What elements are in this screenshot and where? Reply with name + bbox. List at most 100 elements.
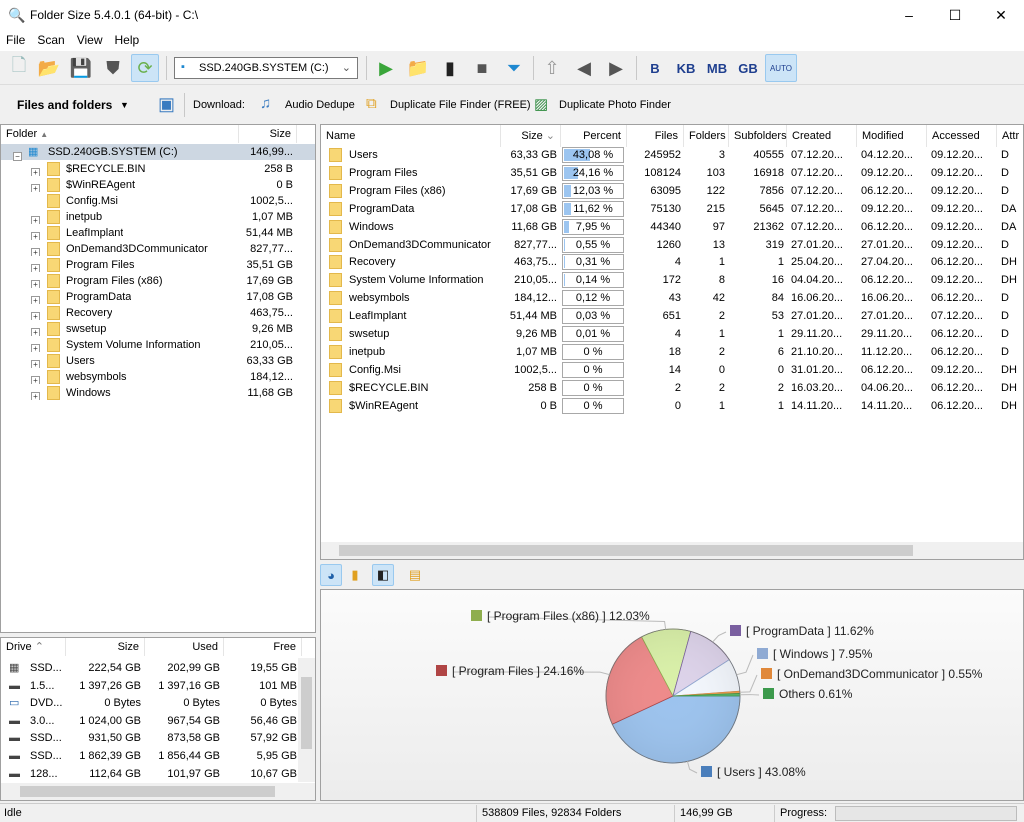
menu-file[interactable]: File (0, 31, 31, 47)
refresh-icon[interactable]: ⟳ (131, 54, 159, 82)
list-header-name[interactable]: Name (321, 125, 501, 147)
tree-root[interactable]: − ▦ SSD.240GB.SYSTEM (C:) 146,99... (1, 144, 315, 161)
list-header-folders[interactable]: Folders (684, 125, 729, 147)
list-row[interactable]: OnDemand3DCommunicator 827,77... 0,55 % 126… (321, 236, 1023, 254)
tree-item[interactable]: + websymbols 184,12... (1, 369, 315, 385)
tree-item[interactable]: + Windows 11,68 GB (1, 385, 315, 401)
list-row[interactable]: Program Files 35,51 GB 24,16 % 108124 103 169… (321, 164, 1023, 182)
list-row[interactable]: Program Files (x86) 17,69 GB 12,03 % 63095 1… (321, 182, 1023, 200)
drive-row[interactable]: ▬ 1.5... 1 397,26 GB 1 397,16 GB 101 MB (1, 677, 297, 695)
drive-row[interactable]: ▬ SSD... 931,50 GB 873,58 GB 57,92 GB (1, 729, 297, 747)
expand-icon[interactable]: + (31, 340, 40, 352)
tree-item[interactable]: + Users 63,33 GB (1, 353, 315, 369)
drives-vscrollbar[interactable] (298, 658, 315, 782)
close-button[interactable]: ✕ (978, 0, 1024, 31)
list-header-percent[interactable]: Percent (561, 125, 627, 147)
unit-kb-button[interactable]: KB (672, 54, 700, 82)
list-header-files[interactable]: Files (627, 125, 684, 147)
back-icon[interactable]: ◀ (570, 54, 598, 82)
menu-help[interactable]: Help (109, 31, 146, 47)
tree-header-folder[interactable]: Folder ▲ (1, 125, 239, 143)
minimize-button[interactable]: – (886, 0, 932, 31)
up-folder-icon[interactable]: ⇧ (538, 54, 566, 82)
list-row[interactable]: Config.Msi 1002,5... 0 % 14 0 0 31.01.20... 06.… (321, 361, 1023, 379)
forward-icon[interactable]: ▶ (602, 54, 630, 82)
chart-export-icon[interactable]: ▤ (404, 564, 426, 586)
list-row[interactable]: ProgramData 17,08 GB 11,62 % 75130 215 5645 07… (321, 200, 1023, 218)
list-hscrollbar[interactable] (321, 542, 1023, 559)
view-mode-dropdown[interactable]: Files and folders (17, 98, 112, 112)
drive-row[interactable]: ▬ SSD... 1 862,39 GB 1 856,44 GB 5,95 GB (1, 747, 297, 765)
list-row[interactable]: swsetup 9,26 MB 0,01 % 4 1 1 29.11.20... 29.11.… (321, 325, 1023, 343)
expand-icon[interactable]: + (31, 372, 40, 384)
folder-tree[interactable]: Folder ▲ Size − ▦ SSD.240GB.SYSTEM (C:) … (0, 124, 316, 633)
tree-item[interactable]: + System Volume Information 210,05... (1, 337, 315, 353)
stop-icon[interactable]: ■ (468, 54, 496, 82)
drive-row[interactable]: ▭ DVD... 0 Bytes 0 Bytes 0 Bytes (1, 694, 297, 712)
tree-item[interactable]: + Recovery 463,75... (1, 305, 315, 321)
list-row[interactable]: Users 63,33 GB 43,08 % 245952 3 40555 07.12.20… (321, 146, 1023, 164)
menu-view[interactable]: View (71, 31, 109, 47)
list-header-attr[interactable]: Attr (997, 125, 1024, 147)
expand-icon[interactable]: + (31, 276, 40, 288)
drives-header-size[interactable]: Size (66, 638, 145, 656)
list-row[interactable]: $WinREAgent 0 B 0 % 0 1 1 14.11.20... 14.11.20.… (321, 397, 1023, 415)
expand-icon[interactable]: + (31, 356, 40, 368)
unit-mb-button[interactable]: MB (703, 54, 731, 82)
list-header-modified[interactable]: Modified (857, 125, 927, 147)
drives-header-drive[interactable]: Drive ⌃ (1, 638, 66, 656)
drives-header-used[interactable]: Used (145, 638, 224, 656)
bar-chart-icon[interactable]: ▮ (344, 564, 366, 586)
list-row[interactable]: websymbols 184,12... 0,12 % 43 42 84 16.06.20.… (321, 289, 1023, 307)
tree-item[interactable]: + $RECYCLE.BIN 258 B (1, 161, 315, 177)
maximize-button[interactable]: ☐ (932, 0, 978, 31)
drives-header-free[interactable]: Free (224, 638, 302, 656)
duplicate-photo-finder-link[interactable]: Duplicate Photo Finder (559, 99, 671, 111)
list-row[interactable]: Recovery 463,75... 0,31 % 4 1 1 25.04.20... 27.… (321, 253, 1023, 271)
open-folder-icon[interactable]: 📂 (35, 54, 63, 82)
drive-row[interactable]: ▦ SSD... 222,54 GB 202,99 GB 19,55 GB (1, 659, 297, 677)
drives-hscrollbar[interactable] (1, 783, 315, 800)
drive-select[interactable]: ▪ SSD.240GB.SYSTEM (C:) ⌄ (174, 57, 358, 79)
list-header-subfolders[interactable]: Subfolders (729, 125, 787, 147)
folder-list[interactable]: Name Size ⌄ Percent Files Folders Subfolders Cr… (320, 124, 1024, 560)
tree-item[interactable]: + Program Files (x86) 17,69 GB (1, 273, 315, 289)
list-row[interactable]: inetpub 1,07 MB 0 % 18 2 6 21.10.20... 11.12.20… (321, 343, 1023, 361)
tree-item[interactable]: + Program Files 35,51 GB (1, 257, 315, 273)
expand-icon[interactable]: + (31, 388, 40, 400)
tree-item[interactable]: + ProgramData 17,08 GB (1, 289, 315, 305)
drive-row[interactable]: ▬ 3.0... 1 024,00 GB 967,54 GB 56,46 GB (1, 712, 297, 730)
shield-icon[interactable]: ⛊ (99, 54, 127, 82)
filter-icon[interactable]: ⏷ (500, 54, 528, 82)
expand-icon[interactable]: + (31, 228, 40, 240)
unit-gb-button[interactable]: GB (734, 54, 762, 82)
expand-icon[interactable]: + (31, 292, 40, 304)
scan-folder-icon[interactable]: 📁 (404, 54, 432, 82)
expand-icon[interactable]: + (31, 324, 40, 336)
save-icon[interactable]: 💾 (67, 54, 95, 82)
expand-icon[interactable]: + (31, 308, 40, 320)
expand-icon[interactable]: + (31, 244, 40, 256)
drive-row[interactable]: ▬ 128... 112,64 GB 101,97 GB 10,67 GB (1, 765, 297, 783)
scan-drive-icon[interactable]: ▮ (436, 54, 464, 82)
unit-bytes-button[interactable]: B (641, 54, 669, 82)
tree-item[interactable]: + swsetup 9,26 MB (1, 321, 315, 337)
new-file-icon[interactable]: 🗋 (5, 54, 33, 82)
expand-icon[interactable]: + (31, 260, 40, 272)
tree-item[interactable]: + OnDemand3DCommunicator 827,77... (1, 241, 315, 257)
menu-scan[interactable]: Scan (31, 31, 70, 47)
export-icon[interactable]: ▣ (158, 94, 175, 115)
play-scan-icon[interactable]: ▶ (372, 54, 400, 82)
list-header-created[interactable]: Created (787, 125, 857, 147)
expand-icon[interactable]: + (31, 180, 40, 192)
list-row[interactable]: $RECYCLE.BIN 258 B 0 % 2 2 2 16.03.20... 04.06.… (321, 379, 1023, 397)
audio-dedupe-link[interactable]: Audio Dedupe (285, 99, 355, 111)
expand-icon[interactable]: + (31, 164, 40, 176)
expand-icon[interactable]: + (31, 212, 40, 224)
3d-toggle-icon[interactable]: ◧ (372, 564, 394, 586)
duplicate-file-finder-link[interactable]: Duplicate File Finder (FREE) (390, 99, 531, 111)
tree-header-size[interactable]: Size (239, 125, 297, 143)
view-mode-caret-icon[interactable]: ▼ (120, 100, 129, 110)
unit-auto-button[interactable]: AUTO (765, 54, 797, 82)
list-row[interactable]: LeafImplant 51,44 MB 0,03 % 651 2 53 27.01.20.… (321, 307, 1023, 325)
